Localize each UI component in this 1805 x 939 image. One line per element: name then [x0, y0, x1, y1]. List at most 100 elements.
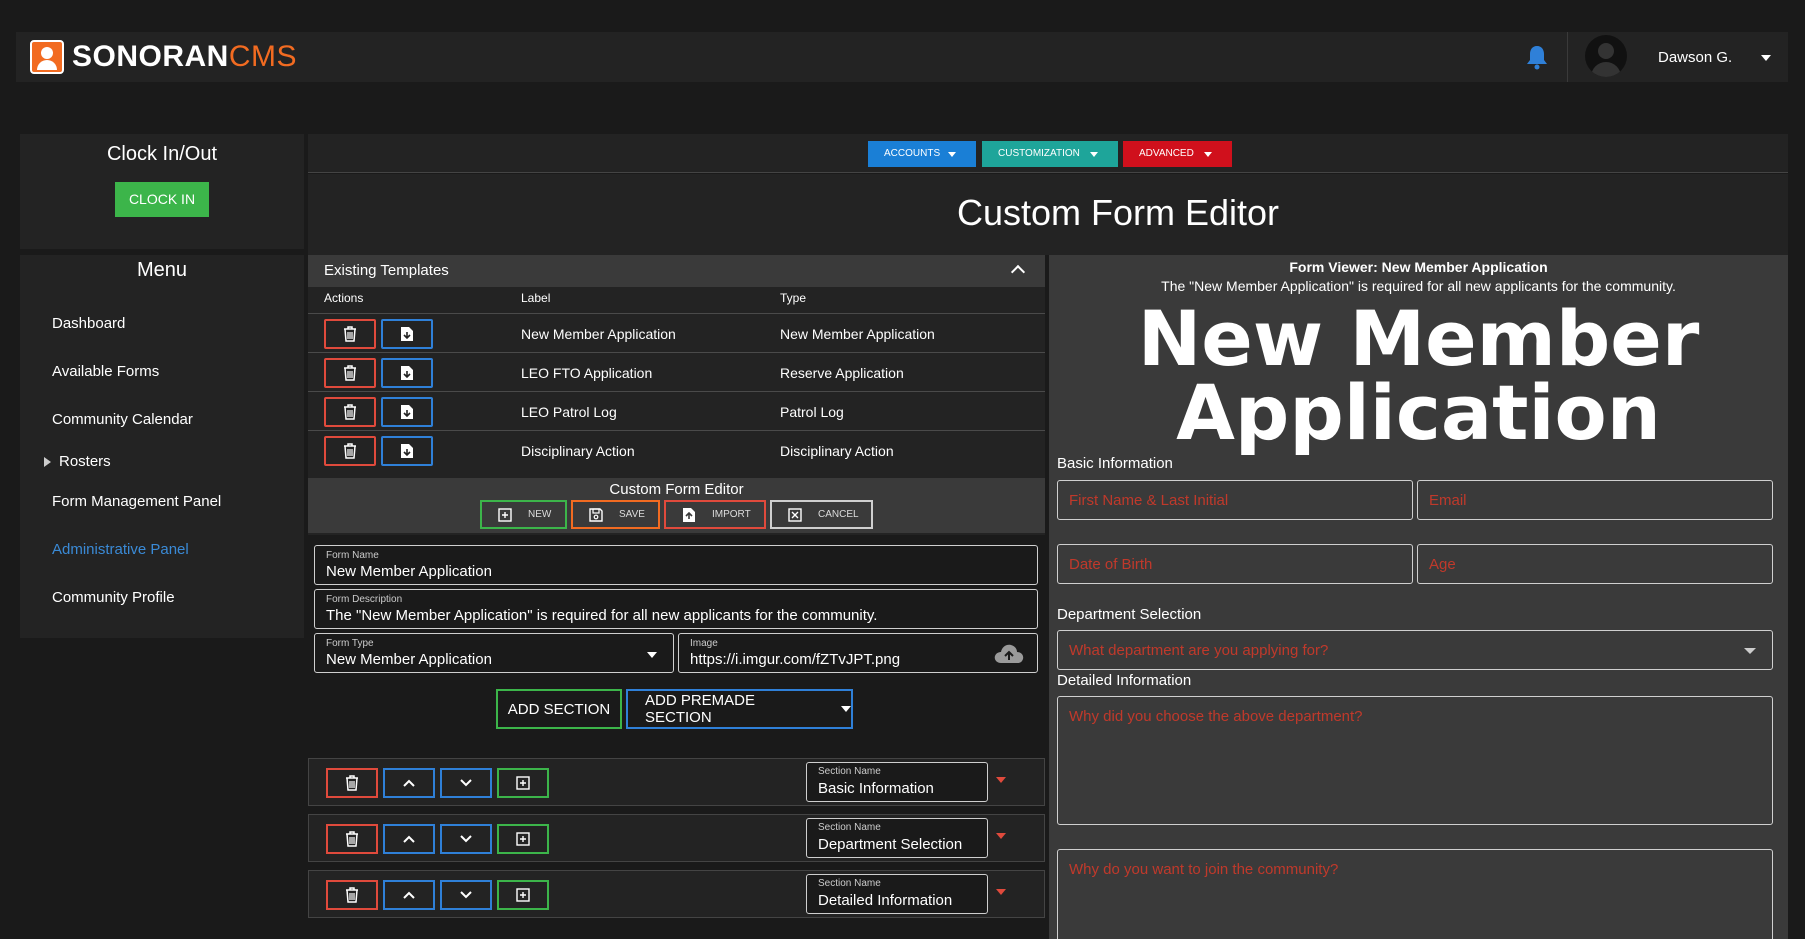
- move-section-down-button[interactable]: [440, 824, 492, 854]
- accounts-dropdown[interactable]: ACCOUNTS: [868, 141, 976, 167]
- chevron-up-icon[interactable]: [1010, 264, 1026, 280]
- section-name-label: Section Name: [818, 822, 881, 833]
- section-name-value: Basic Information: [818, 780, 934, 797]
- section-name-field[interactable]: Section Name Basic Information: [806, 762, 988, 802]
- image-label: Image: [690, 638, 718, 649]
- sidebar-item-rosters[interactable]: Rosters: [44, 453, 111, 470]
- delete-template-button[interactable]: [324, 397, 376, 427]
- clock-in-button[interactable]: CLOCK IN: [115, 182, 209, 217]
- section-name-field[interactable]: Section Name Department Selection: [806, 818, 988, 858]
- date-of-birth-input[interactable]: Date of Birth: [1057, 544, 1413, 584]
- save-icon: [589, 507, 603, 522]
- save-form-button[interactable]: SAVE: [571, 500, 660, 529]
- section-heading-department: Department Selection: [1057, 606, 1202, 623]
- viewer-title: Form Viewer: New Member Application: [1289, 259, 1548, 275]
- import-form-button[interactable]: IMPORT: [664, 500, 766, 529]
- section-name-label: Section Name: [818, 878, 881, 889]
- add-field-button[interactable]: [497, 768, 549, 798]
- download-template-button[interactable]: [381, 397, 433, 427]
- section-heading-basic: Basic Information: [1057, 455, 1173, 472]
- template-type: Reserve Application: [780, 365, 904, 381]
- section-heading-detailed: Detailed Information: [1057, 672, 1192, 689]
- add-field-button[interactable]: [497, 880, 549, 910]
- expand-section-icon[interactable]: [996, 833, 1006, 839]
- delete-template-button[interactable]: [324, 436, 376, 466]
- template-label: LEO FTO Application: [521, 365, 653, 381]
- chevron-down-icon: [1744, 648, 1756, 654]
- age-input[interactable]: Age: [1417, 544, 1773, 584]
- chevron-up-icon: [403, 891, 415, 899]
- column-header-type: Type: [780, 291, 807, 305]
- email-input[interactable]: Email: [1417, 480, 1773, 520]
- cancel-label: CANCEL: [818, 509, 859, 520]
- delete-template-button[interactable]: [324, 358, 376, 388]
- move-section-down-button[interactable]: [440, 880, 492, 910]
- delete-template-button[interactable]: [324, 319, 376, 349]
- sidebar-item-administrative-panel[interactable]: Administrative Panel: [52, 541, 189, 558]
- download-template-button[interactable]: [381, 358, 433, 388]
- form-description-field[interactable]: Form Description The "New Member Applica…: [314, 589, 1038, 629]
- row-divider: [308, 391, 1045, 392]
- editor-toolbar: Custom Form Editor NEW SAVE IMPORT CANCE…: [308, 478, 1045, 533]
- username[interactable]: Dawson G.: [1658, 49, 1732, 66]
- row-divider: [308, 430, 1045, 431]
- department-select[interactable]: What department are you applying for?: [1057, 630, 1773, 670]
- logo[interactable]: SONORANCMS: [30, 40, 297, 74]
- add-section-button[interactable]: ADD SECTION: [496, 689, 622, 729]
- advanced-dropdown[interactable]: ADVANCED: [1123, 141, 1232, 167]
- why-department-textarea[interactable]: Why did you choose the above department?: [1057, 696, 1773, 825]
- column-header-label: Label: [521, 291, 551, 305]
- template-type: Patrol Log: [780, 404, 844, 420]
- trash-icon: [346, 775, 358, 791]
- template-type: New Member Application: [780, 326, 935, 342]
- form-description-value: The "New Member Application" is required…: [326, 607, 878, 624]
- sidebar-item-form-management[interactable]: Form Management Panel: [52, 493, 221, 510]
- chevron-down-icon[interactable]: [1761, 55, 1771, 61]
- trash-icon: [346, 831, 358, 847]
- notification-bell-icon[interactable]: [1525, 44, 1549, 70]
- add-field-button[interactable]: [497, 824, 549, 854]
- move-section-down-button[interactable]: [440, 768, 492, 798]
- expand-section-icon[interactable]: [996, 777, 1006, 783]
- cloud-upload-icon[interactable]: [993, 642, 1025, 664]
- avatar[interactable]: [1585, 35, 1627, 77]
- delete-section-button[interactable]: [326, 824, 378, 854]
- section-row: Section Name Department Selection: [308, 814, 1045, 862]
- sidebar-item-dashboard[interactable]: Dashboard: [52, 315, 125, 332]
- sidebar-item-community-profile[interactable]: Community Profile: [52, 589, 175, 606]
- top-bar: SONORANCMS Dawson G.: [16, 32, 1788, 82]
- menu-title: Menu: [136, 259, 188, 281]
- move-section-up-button[interactable]: [383, 880, 435, 910]
- delete-section-button[interactable]: [326, 880, 378, 910]
- customization-dropdown[interactable]: CUSTOMIZATION: [982, 141, 1118, 167]
- logo-text: SONORANCMS: [72, 40, 298, 73]
- section-name-field[interactable]: Section Name Detailed Information: [806, 874, 988, 914]
- first-name-input[interactable]: First Name & Last Initial: [1057, 480, 1413, 520]
- sidebar-item-available-forms[interactable]: Available Forms: [52, 363, 159, 380]
- template-label: Disciplinary Action: [521, 443, 635, 459]
- cancel-button[interactable]: CANCEL: [770, 500, 873, 529]
- form-name-field[interactable]: Form Name New Member Application: [314, 545, 1038, 585]
- chevron-down-icon: [460, 891, 472, 899]
- add-premade-section-button[interactable]: ADD PREMADE SECTION: [626, 689, 853, 729]
- sidebar-item-community-calendar[interactable]: Community Calendar: [52, 411, 193, 428]
- move-section-up-button[interactable]: [383, 824, 435, 854]
- import-label: IMPORT: [712, 509, 751, 520]
- form-type-select[interactable]: Form Type New Member Application: [314, 633, 674, 673]
- why-join-textarea[interactable]: Why do you want to join the community?: [1057, 849, 1773, 939]
- new-form-button[interactable]: NEW: [480, 500, 567, 529]
- expand-section-icon[interactable]: [996, 889, 1006, 895]
- form-type-value: New Member Application: [326, 651, 492, 668]
- templates-header[interactable]: Existing Templates: [308, 255, 1045, 287]
- download-template-button[interactable]: [381, 319, 433, 349]
- chevron-up-icon: [403, 835, 415, 843]
- banner-line-2: Application: [1176, 368, 1661, 457]
- header-divider: [1567, 32, 1568, 82]
- move-section-up-button[interactable]: [383, 768, 435, 798]
- download-template-button[interactable]: [381, 436, 433, 466]
- delete-section-button[interactable]: [326, 768, 378, 798]
- chevron-down-icon: [1204, 152, 1212, 157]
- viewer-banner: New Member Application: [1049, 301, 1788, 457]
- image-url-field[interactable]: Image https://i.imgur.com/fZTvJPT.png: [678, 633, 1038, 673]
- page-title: Custom Form Editor: [956, 192, 1280, 233]
